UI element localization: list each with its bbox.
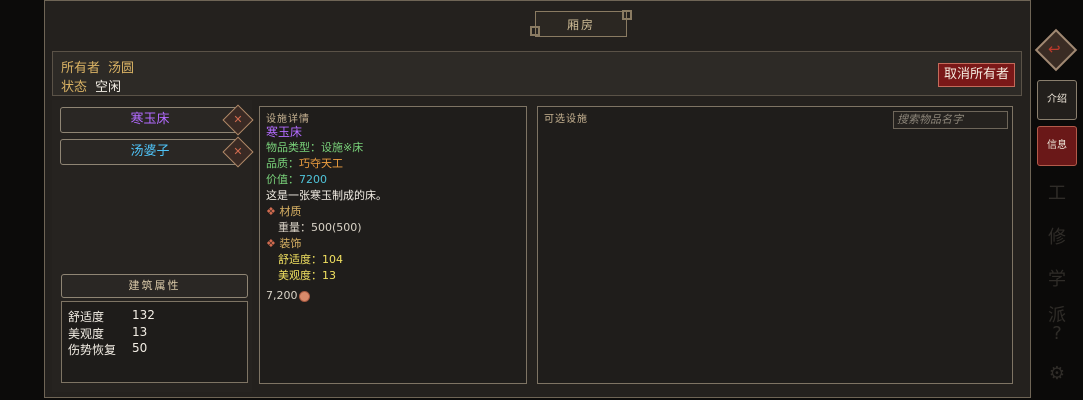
faint-cultivate-icon: 修 [1048, 227, 1066, 248]
back-button[interactable]: ↩ [1034, 28, 1078, 72]
quality-label: 品质： [266, 157, 299, 170]
decor-section-label: 装饰 [279, 237, 302, 250]
value-value: 7200 [299, 173, 327, 186]
tab-info[interactable]: 信息 [1037, 126, 1077, 166]
search-input[interactable]: 搜索物品名字 [893, 111, 1008, 129]
room-info-bar: 所有者 汤圆 状态 空闲 取消所有者 [52, 51, 1022, 96]
facility-type: 物品类型：设施※床 [266, 141, 364, 154]
facility-slot-label: 汤婆子 [130, 144, 170, 159]
owner-value: 汤圆 [108, 61, 135, 76]
window-title: 厢房 [530, 10, 632, 37]
facility-value: 价值：7200 [266, 172, 520, 188]
attribute-row: 伤势恢复 50 [68, 341, 241, 358]
diamond-icon: ❖ [266, 205, 276, 218]
weight-line: 重量：500(500) [278, 221, 362, 234]
attribute-value: 132 [132, 308, 155, 322]
facility-slot-button[interactable]: 寒玉床 ✕ [60, 104, 254, 136]
window-title-text: 厢房 [566, 17, 595, 32]
facility-description: 这是一张寒玉制成的床。 [266, 189, 387, 202]
decor-section: ❖ 装饰 [266, 236, 520, 252]
settings-icon[interactable]: ⚙ [1041, 358, 1073, 390]
back-arrow-icon: ↩ [1048, 40, 1061, 58]
right-sidebar: ↩ 介绍 信息 工 修 学 派 ? ⚙ [1033, 0, 1083, 400]
material-section: ❖ 材质 [266, 204, 520, 220]
attribute-name: 美观度 [68, 326, 105, 341]
facility-quality: 品质：巧夺天工 [266, 156, 520, 172]
building-attributes-box: 舒适度 132 美观度 13 伤势恢复 50 [61, 301, 248, 383]
beauty-line: 美观度：13 [278, 269, 336, 282]
price-line: 7,200 [266, 288, 520, 304]
owner-label: 所有者 [61, 61, 101, 76]
coin-icon [298, 290, 310, 302]
diamond-icon: ❖ [266, 237, 276, 250]
building-attributes-header: 建筑属性 [61, 274, 248, 298]
remove-facility-button[interactable]: ✕ [222, 136, 254, 168]
attribute-row: 美观度 13 [68, 325, 241, 342]
price-value: 7,200 [266, 289, 298, 302]
facility-detail-panel: 设施详情 寒玉床 物品类型：设施※床 品质：巧夺天工 价值：7200 这是一张寒… [259, 106, 527, 384]
title-knot-icon [530, 26, 540, 36]
faint-study-icon: 学 [1048, 269, 1066, 290]
facility-slot-label: 寒玉床 [130, 112, 170, 127]
faint-craft-icon: 工 [1048, 183, 1066, 204]
attribute-value: 50 [132, 341, 148, 355]
material-section-label: 材质 [279, 205, 302, 218]
facility-detail-title: 设施详情 [266, 114, 310, 125]
attribute-value: 13 [132, 324, 148, 339]
title-knot-icon [622, 10, 632, 20]
owner-row: 所有者 汤圆 [61, 57, 134, 76]
comfort-line: 舒适度：104 [278, 253, 343, 266]
remove-icon: ✕ [233, 145, 243, 158]
attribute-row: 舒适度 132 [68, 308, 241, 325]
attribute-name: 舒适度 [68, 310, 105, 324]
facility-slot-button[interactable]: 汤婆子 ✕ [60, 136, 254, 168]
facility-list-column: 寒玉床 ✕ 汤婆子 ✕ 建筑属性 舒适度 132 美观度 13 伤势恢复 50 [52, 100, 254, 392]
quality-value: 巧夺天工 [299, 157, 343, 170]
status-row: 状态 空闲 [61, 76, 121, 95]
help-icon[interactable]: ? [1041, 318, 1073, 350]
value-label: 价值： [266, 173, 299, 186]
remove-icon: ✕ [233, 113, 243, 126]
cancel-owner-button[interactable]: 取消所有者 [937, 63, 1015, 87]
remove-facility-button[interactable]: ✕ [222, 104, 254, 136]
facility-name: 寒玉床 [266, 125, 303, 139]
available-facilities-panel: 可选设施 搜索物品名字 [537, 106, 1013, 384]
attribute-name: 伤势恢复 [68, 343, 117, 357]
status-label: 状态 [61, 80, 88, 95]
status-value: 空闲 [95, 80, 122, 95]
tab-intro[interactable]: 介绍 [1037, 80, 1077, 120]
